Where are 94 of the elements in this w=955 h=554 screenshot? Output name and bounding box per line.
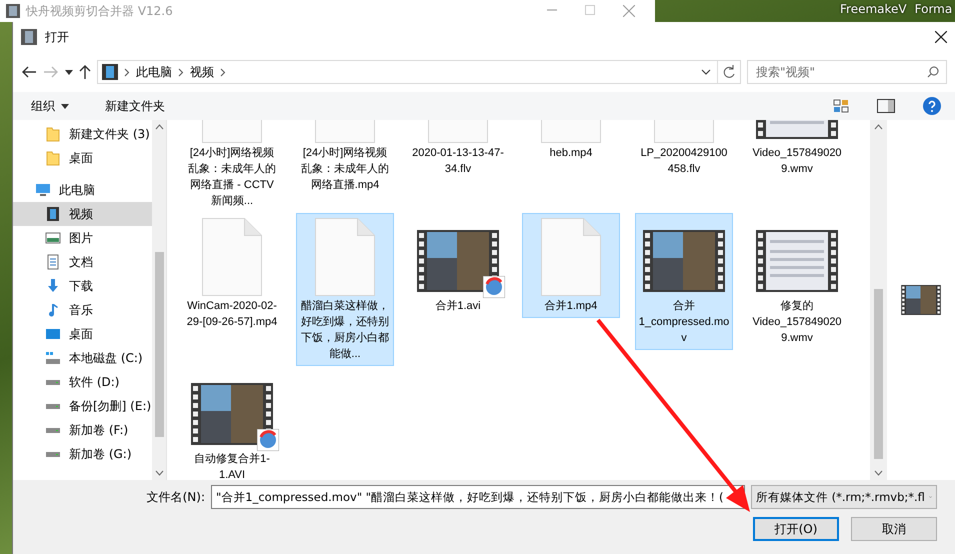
sidebar-item[interactable]: 下载	[13, 274, 152, 298]
chevron-down-icon[interactable]	[701, 69, 711, 75]
sidebar-item[interactable]: 桌面	[13, 322, 152, 346]
film-icon	[21, 29, 37, 45]
sidebar-item[interactable]: 备份[勿删] (E:)	[13, 394, 152, 418]
caret-icon	[61, 104, 69, 108]
film-icon	[45, 206, 61, 222]
file-item[interactable]: Video_1578490209.wmv	[748, 120, 846, 181]
chevron-right-icon	[220, 68, 226, 76]
back-arrow-icon[interactable]	[21, 66, 37, 78]
file-name: 自动修复合并1-1.AVI	[193, 452, 271, 480]
scrollbar[interactable]	[870, 120, 887, 480]
file-name: Video_1578490209.wmv	[751, 146, 843, 177]
app-badge-icon	[483, 276, 505, 298]
sidebar-item[interactable]: 图片	[13, 226, 152, 250]
desktop-icon-label[interactable]: FreemakeV	[840, 2, 907, 16]
file-name: 2020-01-13-13-47-34.flv	[412, 146, 504, 177]
view-options-icon[interactable]	[833, 99, 849, 113]
drive-icon	[46, 428, 60, 432]
file-name: [24小时]网络视频乱象：未成年人的网络直播.mp4	[300, 146, 390, 193]
file-item[interactable]: 修复的Video_1578490209.wmv	[748, 213, 846, 350]
file-item[interactable]: heb.mp4	[522, 120, 620, 165]
folder-icon	[45, 126, 61, 142]
file-item[interactable]: [24小时]网络视频乱象：未成年人的网络直播 - CCTV 新闻频...	[183, 120, 281, 213]
filename-field[interactable]: "合并1_compressed.mov" "醋溜白菜这样做，好吃到爆，还特别下饭，厨房小白都能做出来！(	[211, 485, 745, 509]
cancel-button[interactable]: 取消	[851, 517, 937, 541]
sidebar-item[interactable]: 文档	[13, 250, 152, 274]
app-badge-icon	[257, 429, 279, 451]
help-icon[interactable]	[923, 97, 941, 115]
file-item[interactable]: 合并1.avi	[409, 213, 507, 318]
breadcrumb[interactable]: 视频	[190, 64, 214, 80]
sidebar-item[interactable]: 新加卷 (F:)	[13, 418, 152, 442]
chevron-down-icon	[65, 70, 73, 74]
file-name: 合并1.mp4	[544, 298, 598, 314]
blank-file-icon	[202, 218, 262, 296]
file-name: heb.mp4	[550, 146, 592, 161]
file-item[interactable]: 合并1.mp4	[522, 213, 620, 318]
sidebar-item[interactable]: 此电脑	[13, 178, 152, 202]
sidebar-item[interactable]: 桌面	[13, 146, 152, 170]
desktop-icon-label[interactable]: Forma	[914, 2, 952, 16]
file-name: LP_20200429100458.flv	[640, 146, 728, 177]
search-icon	[927, 66, 939, 78]
film-icon	[6, 4, 20, 18]
file-name: WinCam-2020-02-29-[09-26-57].mp4	[186, 299, 278, 330]
sidebar-item[interactable]: 软件 (D:)	[13, 370, 152, 394]
blank-file-icon	[541, 218, 601, 296]
sidebar-item[interactable]: 新加卷 (G:)	[13, 442, 152, 466]
chevron-right-icon	[124, 68, 130, 76]
file-item[interactable]: 自动修复合并1-1.AVI	[183, 366, 281, 480]
file-name: 修复的Video_1578490209.wmv	[751, 299, 843, 346]
scrollbar-thumb[interactable]	[154, 252, 164, 437]
close-icon[interactable]	[935, 31, 947, 43]
monitor-icon	[45, 326, 61, 342]
blank-file-icon	[315, 218, 375, 296]
drive-icon	[46, 452, 60, 456]
file-item[interactable]: WinCam-2020-02-29-[09-26-57].mp4	[183, 213, 281, 334]
drive-icon	[45, 350, 61, 366]
sidebar-item[interactable]: 新建文件夹 (3)	[13, 122, 152, 146]
background-window-title: 快舟视频剪切合并器 V12.6	[26, 2, 174, 20]
monitor-icon	[35, 182, 51, 198]
dialog-title: 打开	[45, 28, 70, 46]
sidebar-item[interactable]: 音乐	[13, 298, 152, 322]
file-type-dropdown[interactable]: 所有媒体文件 (*.rm;*.rmvb;*.fl	[751, 485, 937, 509]
film-icon	[102, 64, 118, 80]
address-bar[interactable]: 此电脑 视频	[97, 60, 741, 84]
file-name: [24小时]网络视频乱象：未成年人的网络直播 - CCTV 新闻频...	[187, 146, 277, 209]
preview-pane-icon[interactable]	[877, 99, 895, 113]
file-item[interactable]: 2020-01-13-13-47-34.flv	[409, 120, 507, 181]
drive-icon	[46, 404, 60, 408]
file-name: 合并1.avi	[435, 298, 481, 314]
document-icon	[45, 254, 61, 270]
open-button[interactable]: 打开(O)	[753, 517, 839, 541]
down-arrow-icon	[45, 278, 61, 294]
chevron-right-icon	[178, 68, 184, 76]
search-field[interactable]: 搜索"视频"	[747, 60, 947, 84]
breadcrumb[interactable]: 此电脑	[136, 64, 172, 80]
filename-label: 文件名(N):	[146, 488, 205, 506]
sidebar-item[interactable]: 视频	[13, 202, 152, 226]
file-item[interactable]: LP_20200429100458.flv	[635, 120, 733, 181]
file-name: 合并1_compressed.mov	[638, 298, 730, 346]
file-item[interactable]: [24小时]网络视频乱象：未成年人的网络直播.mp4	[296, 120, 394, 197]
drive-icon	[46, 380, 60, 384]
folder-icon	[45, 150, 61, 166]
file-item[interactable]: 合并1_compressed.mov	[635, 213, 733, 350]
picture-icon	[45, 230, 61, 246]
new-folder-button[interactable]: 新建文件夹	[101, 96, 169, 116]
file-name: 醋溜白菜这样做，好吃到爆，还特别下饭，厨房小白都能做...	[300, 298, 390, 362]
sidebar-item[interactable]: 本地磁盘 (C:)	[13, 346, 152, 370]
scrollbar[interactable]	[152, 120, 166, 480]
organize-button[interactable]: 组织	[27, 96, 73, 116]
file-item[interactable]: 醋溜白菜这样做，好吃到爆，还特别下饭，厨房小白都能做...	[296, 213, 394, 366]
preview-thumbnail	[901, 285, 941, 315]
up-arrow-icon[interactable]	[79, 64, 91, 80]
scrollbar-thumb[interactable]	[874, 289, 883, 459]
